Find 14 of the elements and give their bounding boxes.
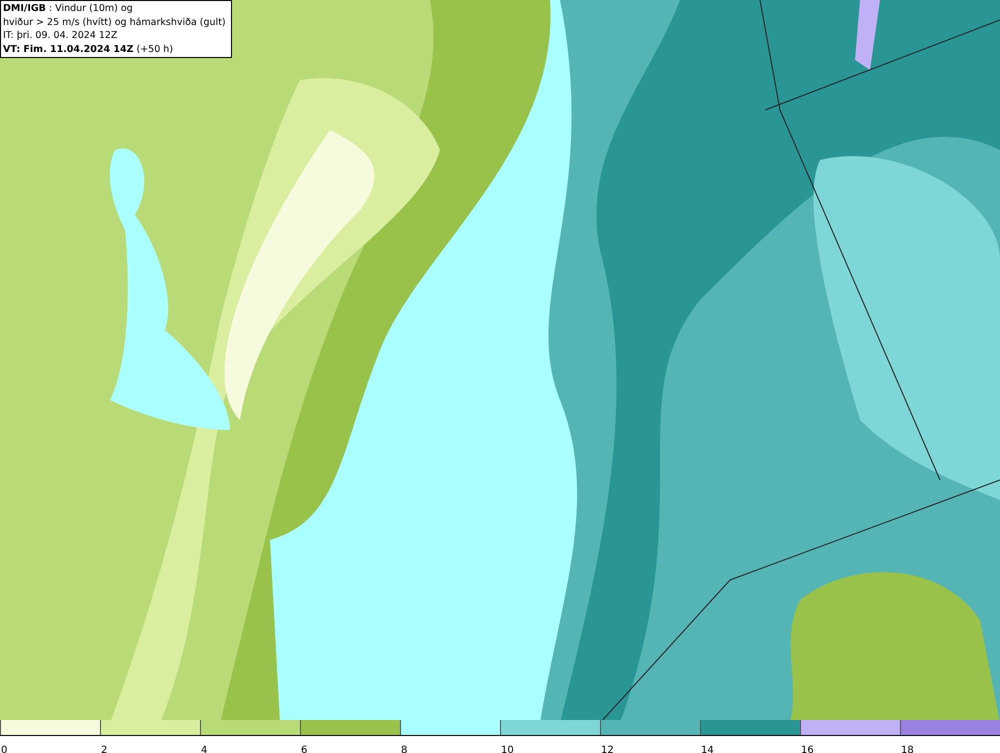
- legend-label: 14: [700, 744, 714, 753]
- header-line: IT: þri. 09. 04. 2024 12Z: [3, 29, 118, 42]
- header-line: hviður > 25 m/s (hvítt) og hámarkshviða (gult): [3, 16, 226, 29]
- legend-label: 12: [600, 744, 614, 753]
- header-line: VT: Fim. 11.04.2024 14Z (+50 h): [3, 42, 174, 56]
- legend-label: 6: [300, 744, 308, 753]
- legend-label: 10: [500, 744, 514, 753]
- legend-label: 8: [400, 744, 408, 753]
- legend-label: 2: [100, 744, 108, 753]
- legend-label: 4: [200, 744, 208, 753]
- legend-label: 16: [800, 744, 814, 753]
- legend-label: 0: [0, 744, 8, 753]
- legend-label: 18: [900, 744, 914, 753]
- header-line: DMI/IGB : Vindur (10m) og: [3, 2, 133, 15]
